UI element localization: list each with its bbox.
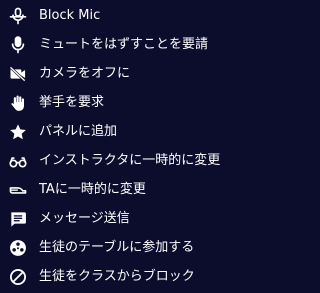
menu-item-label: カメラをオフに [39,65,131,81]
menu-item-label: Block Mic [39,7,101,23]
menu-item-request-raise-hand[interactable]: 挙手を要求 [0,88,251,117]
camera-off-icon [6,62,30,86]
menu-item-temp-instructor[interactable]: インストラクタに一時的に変更 [0,146,251,175]
menu-item-add-to-panel[interactable]: パネルに追加 [0,117,251,146]
star-icon [6,120,30,144]
menu-item-label: TAに一時的に変更 [39,181,146,197]
menu-item-turn-off-camera[interactable]: カメラをオフに [0,59,251,88]
block-mic-icon [6,4,30,28]
raise-hand-icon [6,91,30,115]
menu-item-label: 生徒のテーブルに参加する [39,239,195,255]
menu-item-block-from-class[interactable]: 生徒をクラスからブロック [0,262,251,291]
menu-item-send-message[interactable]: メッセージ送信 [0,204,251,233]
glasses-icon [6,149,30,173]
ta-hat-icon [6,178,30,202]
menu-item-label: 生徒をクラスからブロック [39,268,195,284]
menu-item-label: パネルに追加 [39,123,118,139]
block-icon [6,265,30,289]
microphone-icon [6,33,30,57]
menu-item-label: メッセージ送信 [39,210,130,226]
menu-item-block-mic[interactable]: Block Mic [0,1,251,30]
menu-item-label: インストラクタに一時的に変更 [39,152,221,168]
student-context-menu: Block Mic ミュートをはずすことを要請 カメラをオフに 挙手を要求 パネ… [0,0,251,293]
message-icon [6,207,30,231]
join-table-icon [6,236,30,260]
menu-item-label: ミュートをはずすことを要請 [39,36,209,52]
menu-item-ask-unmute[interactable]: ミュートをはずすことを要請 [0,30,251,59]
menu-item-join-student-table[interactable]: 生徒のテーブルに参加する [0,233,251,262]
menu-item-label: 挙手を要求 [39,94,105,110]
menu-item-temp-ta[interactable]: TAに一時的に変更 [0,175,251,204]
